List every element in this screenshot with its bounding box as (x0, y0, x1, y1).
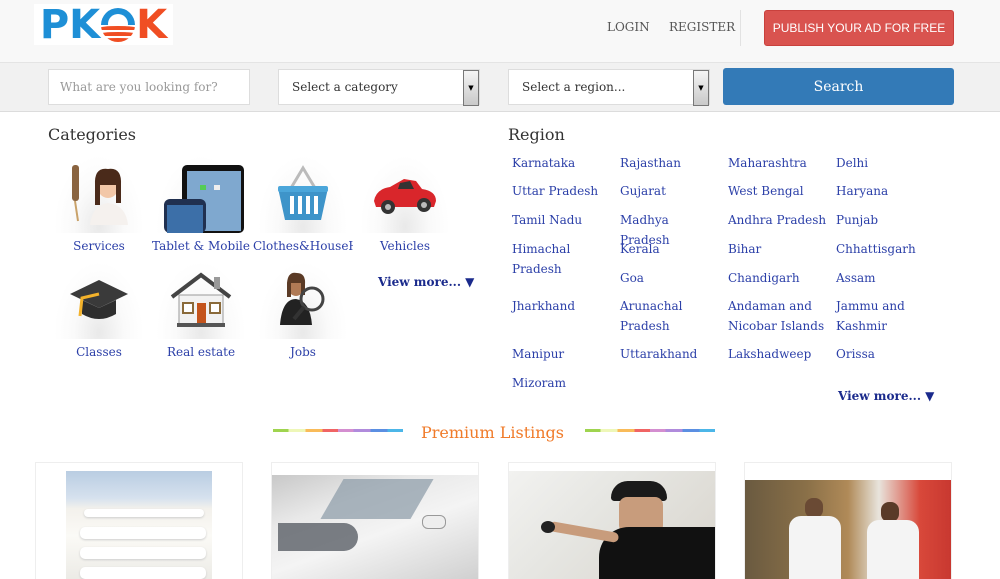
region-link[interactable]: Delhi (836, 153, 938, 173)
towels-photo (66, 471, 212, 579)
region-link[interactable]: Jammu and Kashmir (836, 296, 938, 336)
category-select-value: Select a category (292, 80, 398, 94)
category-real-estate[interactable]: Real estate (151, 261, 251, 359)
category-label: Real estate (166, 345, 236, 359)
region-link[interactable]: Himachal Pradesh (512, 239, 614, 279)
region-link[interactable]: Jharkhand (512, 296, 614, 316)
logo-text-pk: PK (39, 1, 101, 48)
graduation-cap-icon (54, 261, 144, 339)
region-link[interactable]: Manipur (512, 344, 614, 364)
category-label: Services (73, 239, 125, 253)
category-classes[interactable]: Classes (49, 261, 149, 359)
region-link[interactable]: Rajasthan (620, 153, 722, 173)
region-link[interactable]: Gujarat (620, 181, 722, 201)
region-link[interactable]: Uttarakhand (620, 344, 722, 364)
category-jobs[interactable]: Jobs (253, 261, 353, 359)
category-select[interactable]: Select a category ▼ (278, 69, 480, 106)
region-link[interactable]: Assam (836, 268, 938, 288)
categories-view-more-link[interactable]: View more... ▼ (378, 275, 474, 289)
category-label: Vehicles (379, 239, 431, 253)
region-link[interactable]: Bihar (728, 239, 830, 259)
category-label: Classes (76, 345, 122, 359)
white-car-photo (272, 475, 478, 579)
premium-listing-card[interactable] (508, 462, 716, 579)
category-label: Clothes&HouseHold (253, 239, 353, 253)
premium-listing-card[interactable] (744, 462, 952, 579)
region-heading: Region (508, 125, 565, 144)
tablet-mobile-icon (156, 155, 246, 233)
site-logo[interactable]: PK K (34, 4, 173, 45)
region-link[interactable]: Haryana (836, 181, 938, 201)
search-input[interactable]: What are you looking for? (48, 69, 250, 105)
category-services[interactable]: Services (49, 155, 149, 253)
region-link[interactable]: Goa (620, 268, 722, 288)
house-icon (156, 261, 246, 339)
nav-divider (740, 10, 741, 46)
region-link[interactable]: Arunachal Pradesh (620, 296, 722, 336)
region-link[interactable]: Andhra Pradesh (728, 210, 830, 230)
basket-icon (258, 155, 348, 233)
search-button[interactable]: Search (723, 68, 954, 105)
region-link[interactable]: Lakshadweep (728, 344, 830, 364)
region-link[interactable]: Maharashtra (728, 153, 830, 173)
region-link[interactable]: Chhattisgarh (836, 239, 938, 259)
region-link[interactable]: Chandigarh (728, 268, 830, 288)
categories-heading: Categories (48, 125, 136, 144)
search-bar: What are you looking for? Select a categ… (0, 62, 1000, 112)
region-select-value: Select a region... (522, 80, 626, 94)
chevron-down-icon[interactable]: ▼ (463, 70, 479, 106)
premium-divider-right (585, 429, 715, 432)
region-view-more-link[interactable]: View more... ▼ (838, 389, 934, 403)
logo-o-icon (101, 7, 136, 42)
chefs-photo (745, 480, 951, 579)
premium-divider-left (273, 429, 403, 432)
job-search-icon (258, 261, 348, 339)
premium-listing-card[interactable] (271, 462, 479, 579)
region-link[interactable]: Tamil Nadu (512, 210, 614, 230)
logo-text-k: K (136, 1, 168, 48)
site-header: PK K LOGIN REGISTER PUBLISH YOUR AD FOR … (0, 0, 1000, 62)
region-link[interactable]: West Bengal (728, 181, 830, 201)
region-link[interactable]: Andaman and Nicobar Islands (728, 296, 830, 336)
premium-listings-heading: Premium Listings (421, 423, 564, 442)
premium-listing-card[interactable] (35, 462, 243, 579)
publish-ad-button[interactable]: PUBLISH YOUR AD FOR FREE (764, 10, 954, 46)
region-link[interactable]: Kerala (620, 239, 722, 259)
register-link[interactable]: REGISTER (669, 20, 735, 34)
chevron-down-icon[interactable]: ▼ (693, 70, 709, 106)
car-icon (360, 155, 450, 233)
region-link[interactable]: Mizoram (512, 373, 614, 393)
region-link[interactable]: Punjab (836, 210, 938, 230)
category-clothes-household[interactable]: Clothes&HouseHold (253, 155, 353, 253)
login-link[interactable]: LOGIN (607, 20, 650, 34)
category-label: Jobs (290, 345, 316, 359)
category-tablet-mobile[interactable]: Tablet & Mobile (151, 155, 251, 253)
region-link[interactable]: Orissa (836, 344, 938, 364)
category-label: Tablet & Mobile (152, 239, 250, 253)
region-link[interactable]: Uttar Pradesh (512, 181, 614, 201)
services-icon (54, 155, 144, 233)
cctv-installer-photo (509, 471, 715, 579)
region-select[interactable]: Select a region... ▼ (508, 69, 710, 106)
category-vehicles[interactable]: Vehicles (355, 155, 455, 253)
region-link[interactable]: Karnataka (512, 153, 614, 173)
